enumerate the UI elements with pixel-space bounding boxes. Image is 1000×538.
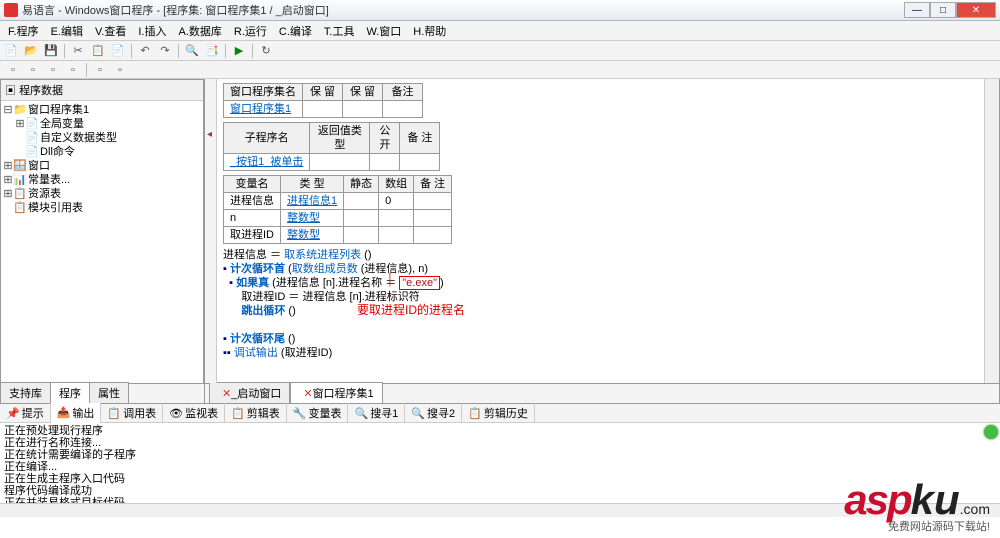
tree-node[interactable]: ⊞🪟 窗口 [3,159,201,173]
status-indicator-icon [984,425,998,439]
btab-find2[interactable]: 🔍搜寻2 [405,403,462,423]
tb-save[interactable]: 💾 [42,43,60,59]
menu-window[interactable]: W.窗口 [360,21,407,41]
output-pane[interactable]: 正在预处理现行程序正在进行名称连接...正在统计需要编译的子程序正在编译...正… [0,423,1000,503]
tree-node[interactable]: 📄 自定义数据类型 [3,131,201,145]
tab-support-lib[interactable]: 支持库 [0,382,51,403]
menu-run[interactable]: R.运行 [228,21,273,41]
minimize-button[interactable]: — [904,2,930,18]
tb-cut[interactable]: ✂ [69,43,87,59]
editor-scrollbar[interactable] [984,79,999,383]
tab-program[interactable]: 程序 [50,382,90,403]
editor-tab-progset[interactable]: ✕窗口程序集1 [290,382,382,403]
tb2-2[interactable]: ▫ [24,62,42,78]
output-line: 正在生成主程序入口代码 [4,473,996,485]
tb-open[interactable]: 📂 [22,43,40,59]
annotation-text: 要取进程ID的进程名 [357,303,465,317]
tree-node[interactable]: ⊞📄 全局变量 [3,117,201,131]
btab-calls[interactable]: 📋调用表 [101,403,163,423]
menu-insert[interactable]: I.插入 [132,21,172,41]
menu-database[interactable]: A.数据库 [172,21,227,41]
tb-new[interactable]: 📄 [2,43,20,59]
output-line: 正在统计需要编译的子程序 [4,449,996,461]
btab-find1[interactable]: 🔍搜寻1 [348,403,405,423]
editor-panel: ◂ 窗口程序集名保 留保 留备注 窗口程序集1 子程序名返回值类型公开备 注 _… [205,79,1000,403]
menu-help[interactable]: H.帮助 [407,21,452,41]
tb-run[interactable]: ▶ [230,43,248,59]
tb2-4[interactable]: ▫ [64,62,82,78]
tree-title: ▣ 程序数据 [1,80,203,101]
tb-undo[interactable]: ↶ [136,43,154,59]
project-tree-panel: ▣ 程序数据 ⊟📁 窗口程序集1⊞📄 全局变量📄 自定义数据类型📄 Dll命令⊞… [0,79,204,383]
toolbar-secondary: ▫ ▫ ▫ ▫ ▫ ▫ [0,61,1000,79]
tb-find[interactable]: 🔍 [183,43,201,59]
menu-tools[interactable]: T.工具 [318,21,361,41]
grid-subroutine: 子程序名返回值类型公开备 注 _按钮1_被单击 [223,122,440,171]
tb-redo[interactable]: ↷ [156,43,174,59]
window-title: 易语言 - Windows窗口程序 - [程序集: 窗口程序集1 / _启动窗口… [22,2,904,18]
btab-cliphist[interactable]: 📋剪辑历史 [462,403,535,423]
output-line: 正在预处理现行程序 [4,425,996,437]
tb-paste[interactable]: 📄 [109,43,127,59]
toolbar-main: 📄 📂 💾 ✂ 📋 📄 ↶ ↷ 🔍 📑 ▶ ↻ [0,41,1000,61]
grid-program-set: 窗口程序集名保 留保 留备注 窗口程序集1 [223,83,423,118]
btab-watch[interactable]: 👁监视表 [163,403,225,423]
tb2-3[interactable]: ▫ [44,62,62,78]
tb2-1[interactable]: ▫ [4,62,22,78]
tree-node[interactable]: ⊞📋 资源表 [3,187,201,201]
output-line: 正在编译... [4,461,996,473]
bottom-tab-strip: 📌提示 📤输出 📋调用表 👁监视表 📋剪辑表 🔧变量表 🔍搜寻1 🔍搜寻2 📋剪… [0,404,1000,423]
btab-vars[interactable]: 🔧变量表 [287,403,349,423]
left-panel: ▣ 程序数据 ⊟📁 窗口程序集1⊞📄 全局变量📄 自定义数据类型📄 Dll命令⊞… [0,79,205,403]
menu-program[interactable]: F.程序 [2,21,45,41]
tree-node[interactable]: 📄 Dll命令 [3,145,201,159]
status-bar [0,503,1000,517]
output-line: 程序代码编译成功 [4,485,996,497]
maximize-button[interactable]: □ [930,2,956,18]
title-bar: 易语言 - Windows窗口程序 - [程序集: 窗口程序集1 / _启动窗口… [0,0,1000,21]
menu-compile[interactable]: C.编译 [273,21,318,41]
tb-step[interactable]: ↻ [257,43,275,59]
left-tab-strip: 支持库 程序 属性 [0,383,204,403]
annotation-arrow: │↓ [387,273,394,301]
output-line: 正在并装易格式目标代码 [4,497,996,503]
menu-edit[interactable]: E.编辑 [45,21,89,41]
tree-node[interactable]: ⊟📁 窗口程序集1 [3,103,201,117]
menu-view[interactable]: V.查看 [89,21,132,41]
tb-bookmark[interactable]: 📑 [203,43,221,59]
editor-tab-strip: ✕_启动窗口 ✕窗口程序集1 [205,383,999,403]
btab-output[interactable]: 📤输出 [51,403,102,424]
bottom-panel: 📌提示 📤输出 📋调用表 👁监视表 📋剪辑表 🔧变量表 🔍搜寻1 🔍搜寻2 📋剪… [0,403,1000,517]
editor-tab-startup[interactable]: ✕_启动窗口 [209,382,290,403]
tab-properties[interactable]: 属性 [89,382,129,403]
close-button[interactable]: ✕ [956,2,996,18]
app-icon [4,3,18,17]
btab-hint[interactable]: 📌提示 [0,403,51,423]
tb-copy[interactable]: 📋 [89,43,107,59]
code-editor[interactable]: 窗口程序集名保 留保 留备注 窗口程序集1 子程序名返回值类型公开备 注 _按钮… [217,79,984,383]
btab-clip[interactable]: 📋剪辑表 [225,403,287,423]
grid-variables: 变量名类 型静态数组备 注 进程信息进程信息10 n整数型 取进程ID整数型 [223,175,452,244]
tb2-6[interactable]: ▫ [111,62,129,78]
menu-bar: F.程序 E.编辑 V.查看 I.插入 A.数据库 R.运行 C.编译 T.工具… [0,21,1000,41]
main-area: ▣ 程序数据 ⊟📁 窗口程序集1⊞📄 全局变量📄 自定义数据类型📄 Dll命令⊞… [0,79,1000,403]
tree-node[interactable]: 📋 模块引用表 [3,201,201,215]
tree-node[interactable]: ⊞📊 常量表... [3,173,201,187]
project-tree[interactable]: ⊟📁 窗口程序集1⊞📄 全局变量📄 自定义数据类型📄 Dll命令⊞🪟 窗口⊞📊 … [1,101,203,217]
tb2-5[interactable]: ▫ [91,62,109,78]
output-line: 正在进行名称连接... [4,437,996,449]
editor-gutter: ◂ [205,79,217,383]
